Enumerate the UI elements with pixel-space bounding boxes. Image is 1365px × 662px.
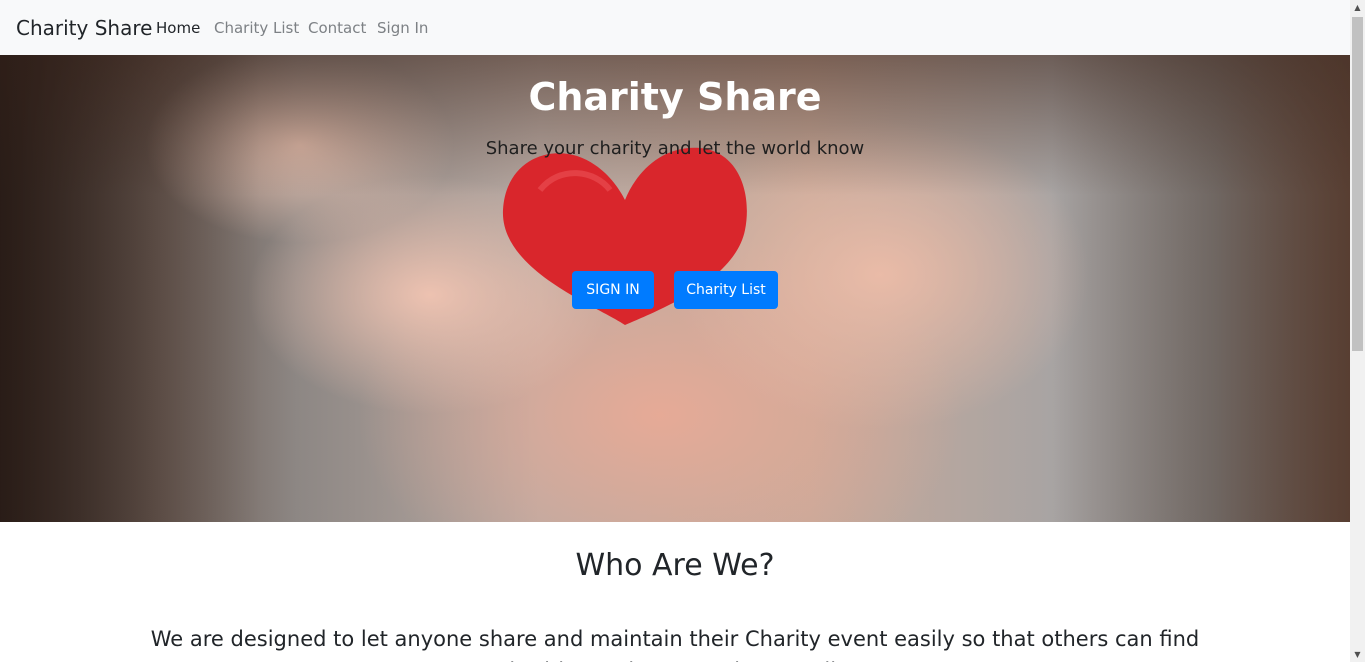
- about-text: We are designed to let anyone share and …: [150, 627, 1200, 662]
- charity-list-button[interactable]: Charity List: [674, 271, 778, 309]
- vertical-scrollbar[interactable]: ▲ ▼: [1350, 0, 1365, 662]
- hero-background-left: [0, 55, 260, 522]
- sign-in-button[interactable]: SIGN IN: [572, 271, 654, 309]
- hero-subtitle: Share your charity and let the world kno…: [485, 138, 865, 159]
- scroll-down-icon[interactable]: ▼: [1350, 647, 1365, 662]
- hero-section: Charity Share Share your charity and let…: [0, 55, 1350, 522]
- nav-link-contact[interactable]: Contact: [308, 17, 366, 39]
- scroll-up-icon[interactable]: ▲: [1350, 0, 1365, 15]
- scroll-thumb[interactable]: [1352, 17, 1363, 351]
- hero-title: Charity Share: [528, 75, 822, 119]
- about-title: Who Are We?: [575, 548, 775, 583]
- navbar-brand[interactable]: Charity Share: [16, 15, 152, 41]
- navbar: Charity Share Home Charity List Contact …: [0, 0, 1350, 55]
- page: Charity Share Home Charity List Contact …: [0, 0, 1350, 662]
- nav-link-charity-list[interactable]: Charity List: [214, 17, 299, 39]
- hero-background-right: [1050, 55, 1350, 522]
- nav-link-home[interactable]: Home: [156, 17, 200, 39]
- nav-link-sign-in[interactable]: Sign In: [377, 17, 428, 39]
